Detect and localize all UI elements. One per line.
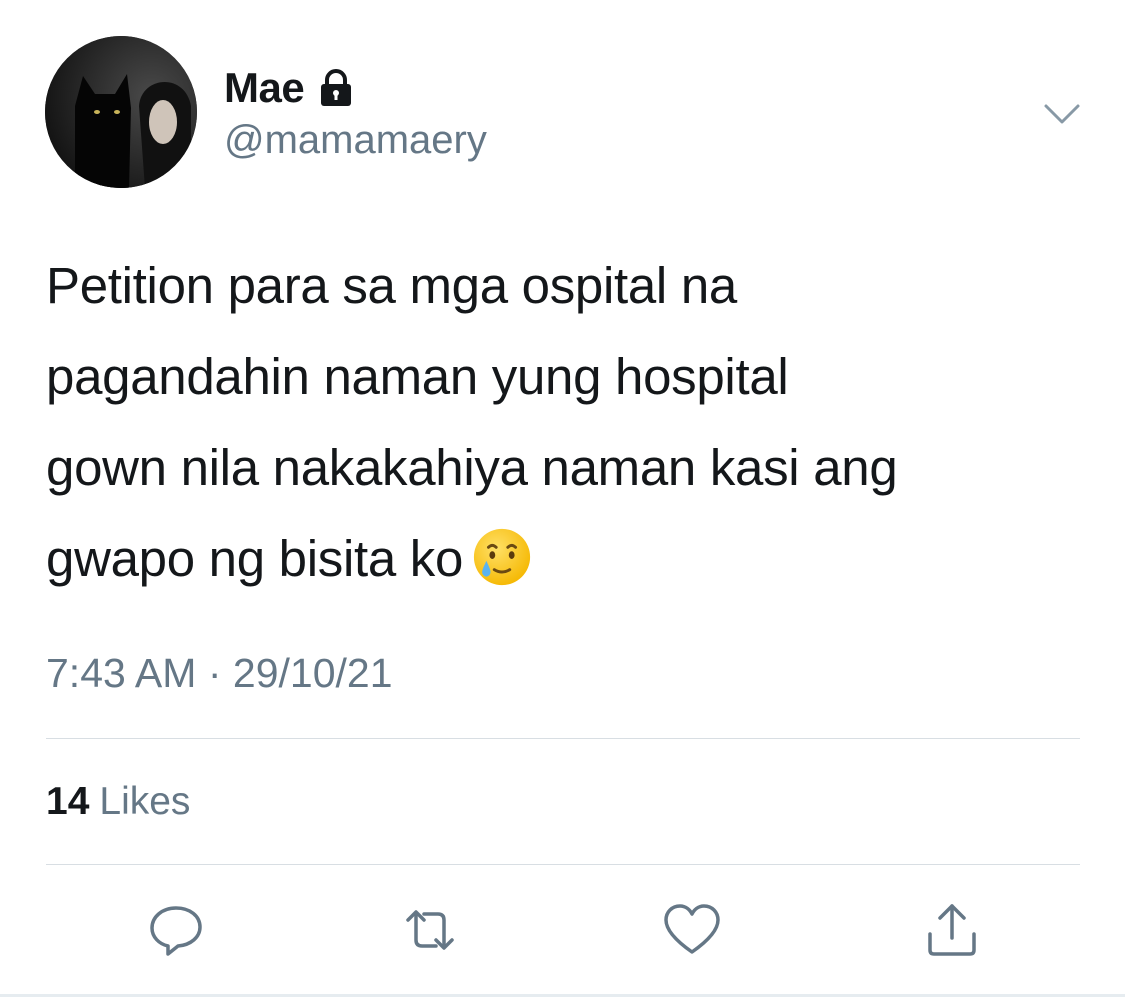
likes-count: 14 xyxy=(46,780,90,823)
smiling-face-with-tear-icon xyxy=(473,528,531,586)
lock-icon xyxy=(321,69,352,106)
display-name[interactable]: Mae xyxy=(224,64,305,112)
avatar[interactable] xyxy=(45,36,197,188)
tweet-text-line: pagandahin naman yung hospital xyxy=(46,348,789,405)
likes-label: Likes xyxy=(99,780,191,823)
tweet-text: Petition para sa mga ospital na pagandah… xyxy=(46,240,1086,604)
likes-stat[interactable]: 14 Likes xyxy=(46,780,190,824)
user-handle[interactable]: @mamamaery xyxy=(224,118,487,163)
tweet-time: 7:43 AM xyxy=(46,650,197,696)
chevron-down-icon[interactable] xyxy=(1040,92,1084,136)
tweet-date: 29/10/21 xyxy=(232,650,393,696)
divider xyxy=(46,864,1080,865)
meta-separator: · xyxy=(207,650,222,696)
like-icon[interactable] xyxy=(662,900,722,960)
tweet-text-line: Petition para sa mga ospital na xyxy=(46,257,737,314)
retweet-icon[interactable] xyxy=(400,900,460,960)
tweet-timestamp[interactable]: 7:43 AM · 29/10/21 xyxy=(46,650,393,697)
reply-icon[interactable] xyxy=(146,900,206,960)
avatar-image xyxy=(45,36,197,188)
author-name-row: Mae xyxy=(224,62,356,114)
divider xyxy=(46,738,1080,739)
tweet-text-line: gwapo ng bisita ko xyxy=(46,530,464,587)
share-icon[interactable] xyxy=(922,900,982,960)
tweet-text-line-last: gwapo ng bisita ko xyxy=(46,513,1086,604)
tweet-text-line: gown nila nakakahiya naman kasi ang xyxy=(46,439,898,496)
